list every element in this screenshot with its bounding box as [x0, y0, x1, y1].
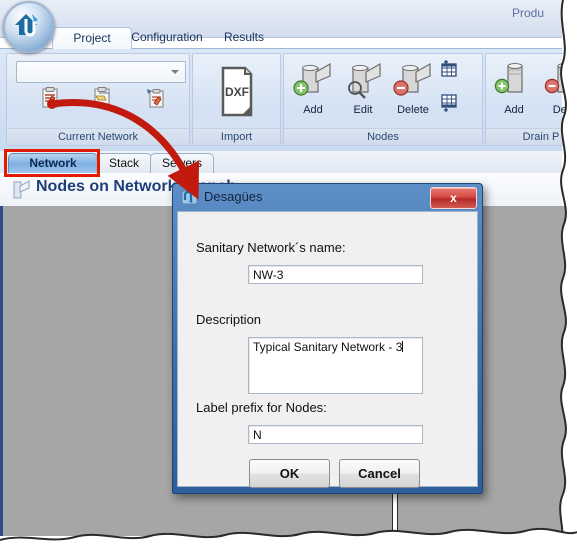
- view-tab-sewers[interactable]: Sewers: [150, 153, 214, 173]
- ribbon-panel: Current Network DXF Import Add Edit Dele…: [0, 48, 577, 153]
- network-window-icon: [181, 190, 198, 205]
- ribbon-group-drain-pipes-label: Drain P: [486, 128, 577, 145]
- node-add-label: Add: [303, 104, 323, 116]
- drain-pipe-delete-label: Dele: [552, 104, 576, 116]
- node-prefix-label: Label prefix for Nodes:: [196, 400, 327, 415]
- view-tab-sewers-label: Sewers: [161, 156, 202, 170]
- drain-pipe-delete-button[interactable]: Dele: [541, 62, 577, 116]
- ribbon-tab-results-label: Results: [223, 30, 264, 44]
- product-name-label: Produ: [511, 6, 544, 20]
- description-label: Description: [196, 312, 262, 327]
- ribbon-tab-results[interactable]: Results: [204, 27, 284, 48]
- clipboard-new-icon: [42, 87, 58, 108]
- description-text: Typical Sanitary Network - 3: [253, 340, 403, 354]
- ribbon-tab-configuration-label: Configuration: [131, 30, 203, 44]
- branch-node-icon: [13, 180, 30, 199]
- drain-pipe-add-label: Add: [504, 104, 524, 116]
- desagues-dialog: Desagües x Sanitary Network´s name: NW-3…: [172, 183, 483, 494]
- chevron-down-icon: [171, 70, 179, 74]
- cancel-button[interactable]: Cancel: [339, 459, 420, 488]
- pipe-add-icon: [494, 63, 523, 94]
- dialog-titlebar[interactable]: Desagües x: [173, 184, 482, 211]
- ribbon-group-nodes: Add Edit Delete Nodes: [283, 53, 483, 146]
- node-edit-button[interactable]: Edit: [340, 62, 386, 116]
- close-icon[interactable]: x: [430, 187, 477, 209]
- pipe-junction-edit-icon: [348, 62, 381, 99]
- ribbon-group-current-network-label: Current Network: [7, 128, 189, 145]
- description-textarea[interactable]: Typical Sanitary Network - 3: [248, 337, 423, 394]
- import-dxf-button[interactable]: DXF: [213, 65, 259, 125]
- app-menu-button[interactable]: [3, 1, 55, 53]
- nodes-insert-row-above-button[interactable]: [434, 58, 464, 84]
- view-tab-stack-label: Stack: [108, 156, 139, 170]
- dialog-body: Sanitary Network´s name: NW-3 Descriptio…: [177, 211, 478, 488]
- nodes-insert-row-below-button[interactable]: [434, 92, 464, 118]
- ribbon-group-nodes-label: Nodes: [284, 128, 482, 145]
- network-name-input[interactable]: NW-3: [248, 265, 423, 284]
- current-network-new-button[interactable]: [27, 86, 73, 114]
- network-name-label: Sanitary Network´s name:: [196, 240, 346, 255]
- clipboard-refresh-icon: [147, 89, 164, 108]
- current-network-refresh-button[interactable]: [133, 86, 179, 114]
- dialog-title: Desagües: [204, 189, 263, 204]
- view-tab-stack[interactable]: Stack: [96, 153, 152, 173]
- current-network-combo[interactable]: [16, 61, 186, 83]
- node-delete-label: Delete: [397, 104, 429, 116]
- text-caret: [402, 341, 404, 352]
- node-add-button[interactable]: Add: [290, 62, 336, 116]
- house-pipe-logo-icon: [15, 14, 38, 37]
- clipboard-open-icon: [94, 87, 110, 108]
- ok-button[interactable]: OK: [249, 459, 330, 488]
- dxf-file-icon: DXF: [221, 66, 253, 117]
- node-edit-label: Edit: [353, 104, 373, 116]
- ribbon-group-drain-pipes: Add Dele Drain P: [485, 53, 577, 146]
- ribbon-group-current-network: Current Network: [6, 53, 190, 146]
- current-network-open-button[interactable]: [79, 86, 125, 114]
- svg-text:DXF: DXF: [225, 85, 249, 99]
- annotation-highlight-rectangle: [4, 149, 100, 177]
- pipe-junction-delete-icon: [393, 62, 431, 96]
- ribbon-group-import-label: Import: [193, 128, 280, 145]
- table-add-row-top-icon: [441, 60, 457, 77]
- application-window: Produ Project Configuration Results Curr…: [0, 0, 577, 552]
- node-delete-button[interactable]: Delete: [390, 62, 436, 116]
- ribbon-group-import: DXF Import: [192, 53, 281, 146]
- pipe-delete-icon: [544, 63, 573, 94]
- node-prefix-input[interactable]: N: [248, 425, 423, 444]
- pipe-junction-add-icon: [293, 62, 331, 96]
- drain-pipe-add-button[interactable]: Add: [491, 62, 537, 116]
- table-add-row-bottom-icon: [441, 94, 457, 112]
- ribbon-tab-project-label: Project: [73, 31, 111, 45]
